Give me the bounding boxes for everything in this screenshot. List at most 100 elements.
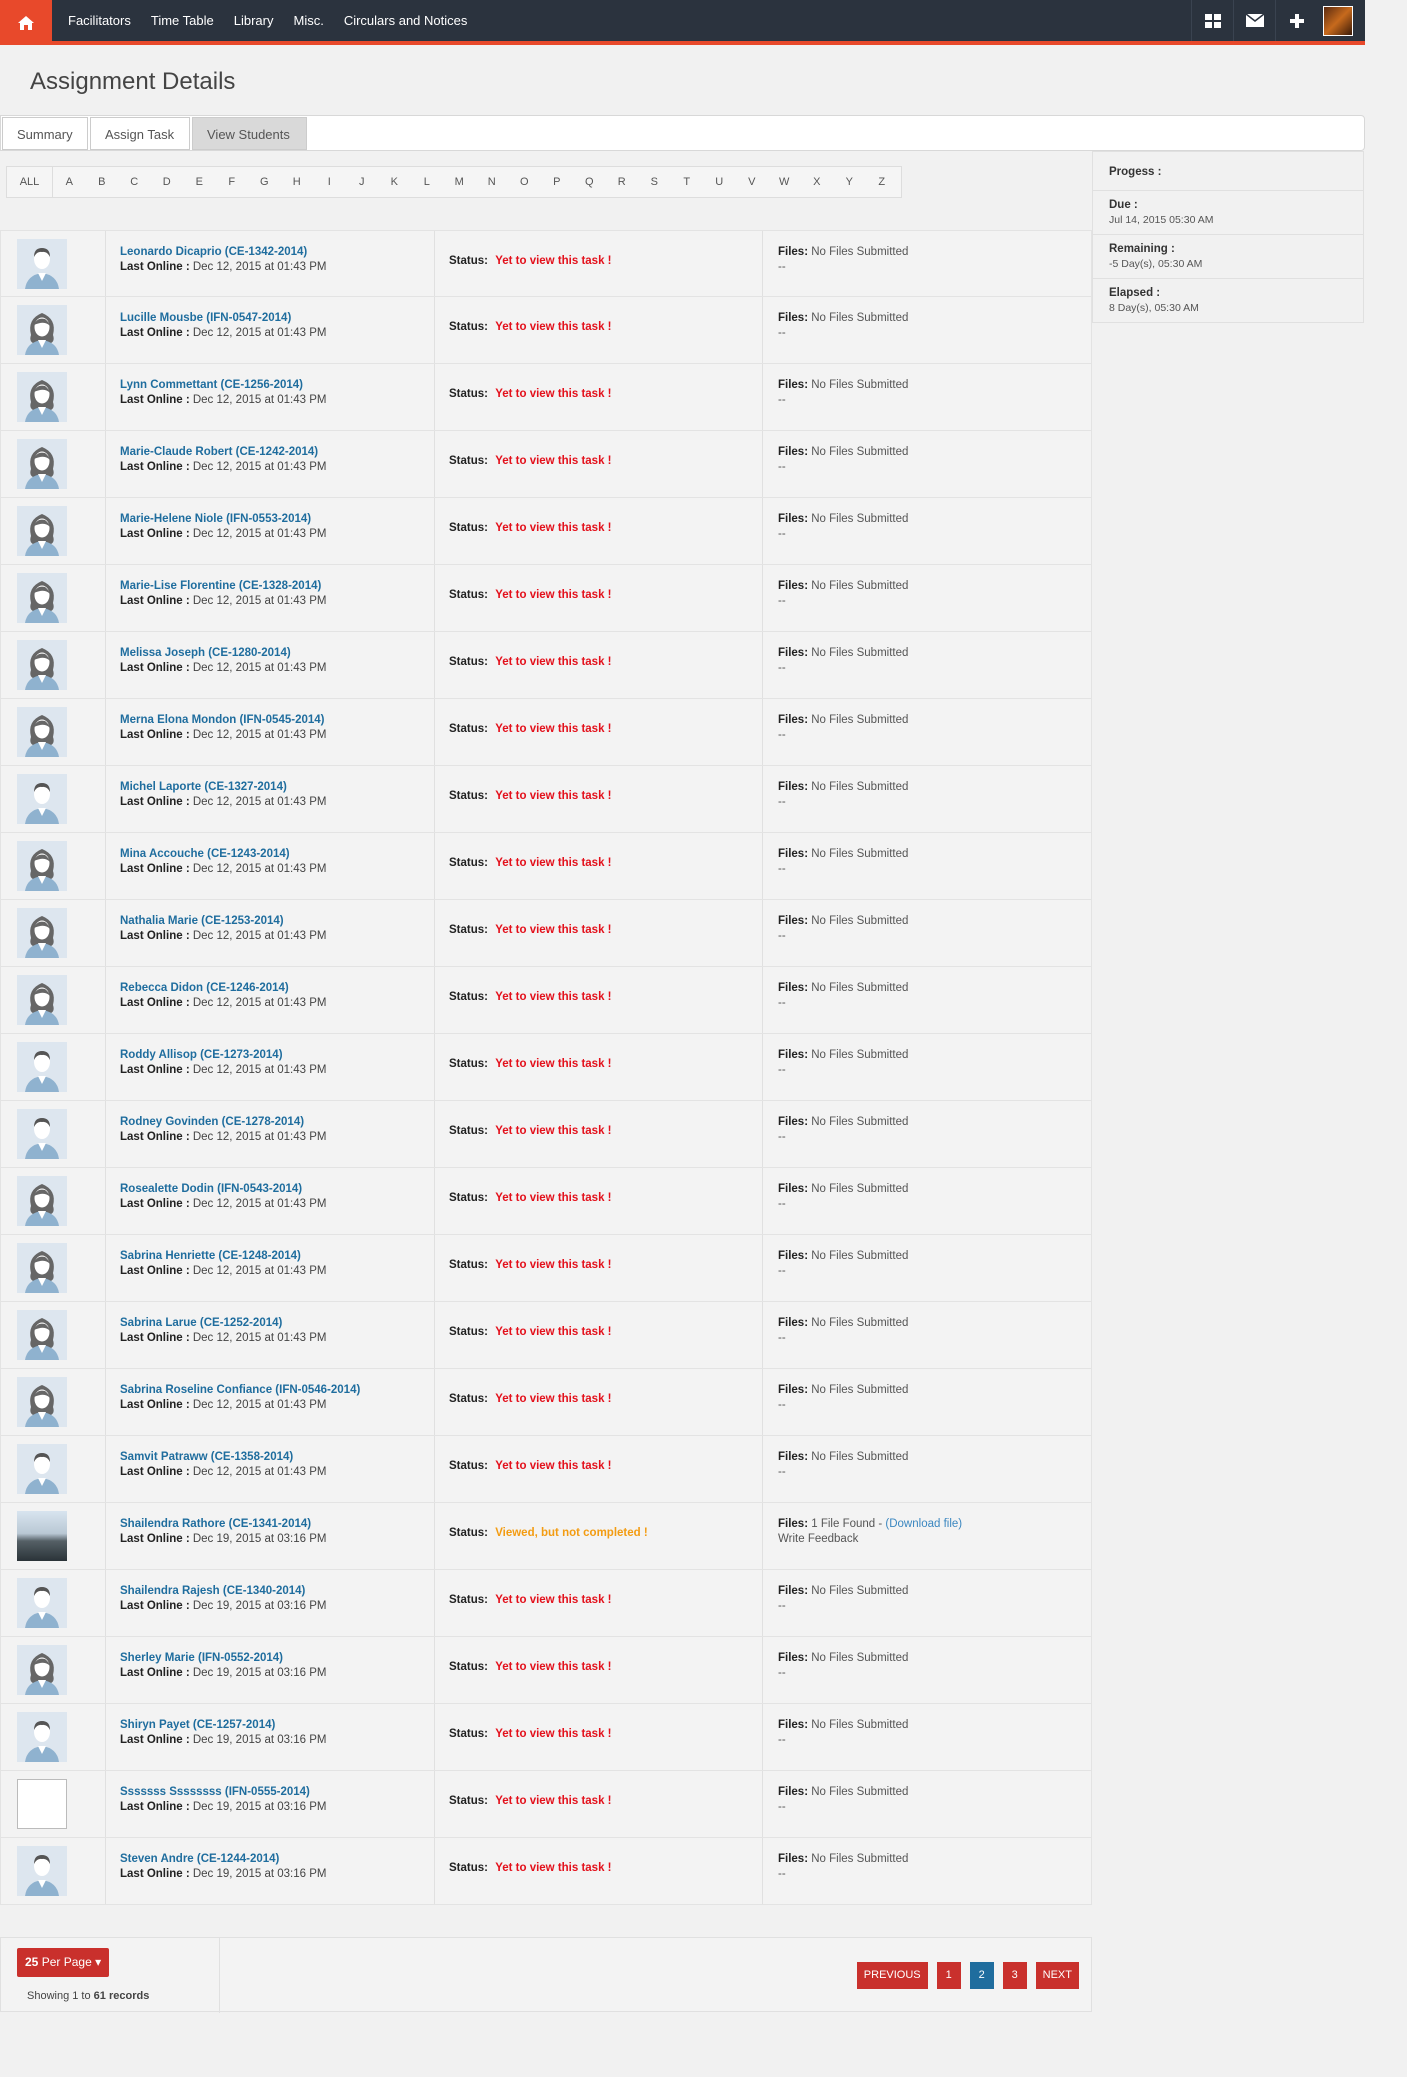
alpha-filter-r[interactable]: R xyxy=(606,167,639,197)
male-avatar-icon xyxy=(17,774,67,824)
alpha-filter-g[interactable]: G xyxy=(248,167,281,197)
student-name-link[interactable]: Roddy Allisop (CE-1273-2014) xyxy=(120,1049,434,1061)
student-row: Rosealette Dodin (IFN-0543-2014) Last Onl… xyxy=(0,1168,1092,1235)
student-name-link[interactable]: Mina Accouche (CE-1243-2014) xyxy=(120,848,434,860)
student-name-link[interactable]: Shiryn Payet (CE-1257-2014) xyxy=(120,1719,434,1731)
files-cell: Files: No Files Submitted -- xyxy=(763,565,1091,631)
nav-circulars-notices[interactable]: Circulars and Notices xyxy=(334,13,478,28)
nav-facilitators[interactable]: Facilitators xyxy=(58,13,141,28)
write-feedback-link[interactable]: Write Feedback xyxy=(778,1533,1091,1545)
alpha-filter-d[interactable]: D xyxy=(151,167,184,197)
alpha-filter-e[interactable]: E xyxy=(183,167,216,197)
alpha-filter-h[interactable]: H xyxy=(281,167,314,197)
due-value: Jul 14, 2015 05:30 AM xyxy=(1109,214,1214,226)
student-name-link[interactable]: Sabrina Roseline Confiance (IFN-0546-201… xyxy=(120,1384,434,1396)
alpha-filter-i[interactable]: I xyxy=(313,167,346,197)
page-2-button[interactable]: 2 xyxy=(969,1962,994,1989)
next-page-button[interactable]: NEXT xyxy=(1035,1962,1079,1989)
student-avatar xyxy=(17,372,67,422)
files-line: Files: No Files Submitted xyxy=(778,1786,1091,1798)
messages-button[interactable] xyxy=(1233,0,1275,41)
alpha-filter-y[interactable]: Y xyxy=(833,167,866,197)
alpha-filter-b[interactable]: B xyxy=(86,167,119,197)
alpha-filter-s[interactable]: S xyxy=(638,167,671,197)
student-name-link[interactable]: Rodney Govinden (CE-1278-2014) xyxy=(120,1116,434,1128)
alpha-filter-n[interactable]: N xyxy=(476,167,509,197)
last-online: Last Online : Dec 19, 2015 at 03:16 PM xyxy=(120,1600,434,1612)
alpha-filter-a[interactable]: A xyxy=(53,167,86,197)
student-name-link[interactable]: Sherley Marie (IFN-0552-2014) xyxy=(120,1652,434,1664)
tab-summary[interactable]: Summary xyxy=(2,117,88,150)
student-name-link[interactable]: Melissa Joseph (CE-1280-2014) xyxy=(120,647,434,659)
files-cell: Files: No Files Submitted -- xyxy=(763,431,1091,497)
nav-misc[interactable]: Misc. xyxy=(283,13,333,28)
alpha-filter-x[interactable]: X xyxy=(801,167,834,197)
avatar-cell xyxy=(1,699,106,765)
page-3-button[interactable]: 3 xyxy=(1002,1962,1027,1989)
alpha-filter-j[interactable]: J xyxy=(346,167,379,197)
nav-time-table[interactable]: Time Table xyxy=(141,13,224,28)
avatar-cell xyxy=(1,1235,106,1301)
tab-assign-task[interactable]: Assign Task xyxy=(90,117,190,150)
files-line: Files: No Files Submitted xyxy=(778,312,1091,324)
alpha-filter-p[interactable]: P xyxy=(541,167,574,197)
alpha-filter-c[interactable]: C xyxy=(118,167,151,197)
status-cell: Status: Yet to view this task ! xyxy=(435,1302,763,1368)
download-file-link[interactable]: (Download file) xyxy=(885,1518,962,1530)
nav-library[interactable]: Library xyxy=(224,13,284,28)
student-name-link[interactable]: Steven Andre (CE-1244-2014) xyxy=(120,1853,434,1865)
status-value: Yet to view this task ! xyxy=(495,1326,612,1338)
user-avatar[interactable] xyxy=(1323,5,1353,36)
student-avatar xyxy=(17,975,67,1025)
files-line: Files: No Files Submitted xyxy=(778,982,1091,994)
last-online-label: Last Online : xyxy=(120,327,190,339)
feedback-placeholder: -- xyxy=(778,595,786,607)
alpha-filter-k[interactable]: K xyxy=(378,167,411,197)
student-name-link[interactable]: Marie-Claude Robert (CE-1242-2014) xyxy=(120,446,434,458)
files-value: No Files Submitted xyxy=(811,848,909,860)
student-name-link[interactable]: Marie-Lise Florentine (CE-1328-2014) xyxy=(120,580,434,592)
student-info-cell: Marie-Lise Florentine (CE-1328-2014) Last… xyxy=(106,565,435,631)
student-name-link[interactable]: Merna Elona Mondon (IFN-0545-2014) xyxy=(120,714,434,726)
student-name-link[interactable]: Sabrina Larue (CE-1252-2014) xyxy=(120,1317,434,1329)
alpha-filter-z[interactable]: Z xyxy=(866,167,899,197)
previous-page-button[interactable]: PREVIOUS xyxy=(856,1962,928,1989)
student-name-link[interactable]: Samvit Patraww (CE-1358-2014) xyxy=(120,1451,434,1463)
alpha-filter-w[interactable]: W xyxy=(768,167,801,197)
alpha-filter-t[interactable]: T xyxy=(671,167,704,197)
alpha-filter-f[interactable]: F xyxy=(216,167,249,197)
alpha-filter-m[interactable]: M xyxy=(443,167,476,197)
dashboard-button[interactable] xyxy=(1191,0,1233,41)
alpha-filter-q[interactable]: Q xyxy=(573,167,606,197)
student-name-link[interactable]: Shailendra Rathore (CE-1341-2014) xyxy=(120,1518,434,1530)
feedback-placeholder: -- xyxy=(778,1332,786,1344)
alpha-filter-u[interactable]: U xyxy=(703,167,736,197)
home-button[interactable] xyxy=(0,0,52,45)
student-name-link[interactable]: Michel Laporte (CE-1327-2014) xyxy=(120,781,434,793)
page-1-button[interactable]: 1 xyxy=(936,1962,961,1989)
student-name-link[interactable]: Lucille Mousbe (IFN-0547-2014) xyxy=(120,312,434,324)
student-name-link[interactable]: Lynn Commettant (CE-1256-2014) xyxy=(120,379,434,391)
student-name-link[interactable]: Rosealette Dodin (IFN-0543-2014) xyxy=(120,1183,434,1195)
status-label: Status: xyxy=(449,321,488,333)
student-name-link[interactable]: Nathalia Marie (CE-1253-2014) xyxy=(120,915,434,927)
student-name-link[interactable]: Marie-Helene Niole (IFN-0553-2014) xyxy=(120,513,434,525)
student-name-link[interactable]: Leonardo Dicaprio (CE-1342-2014) xyxy=(120,246,434,258)
student-info-cell: Melissa Joseph (CE-1280-2014) Last Online… xyxy=(106,632,435,698)
alpha-filter-all[interactable]: ALL xyxy=(7,167,53,197)
student-name-link[interactable]: Rebecca Didon (CE-1246-2014) xyxy=(120,982,434,994)
add-button[interactable] xyxy=(1275,0,1317,41)
student-name-link[interactable]: Shailendra Rajesh (CE-1340-2014) xyxy=(120,1585,434,1597)
student-row: Marie-Helene Niole (IFN-0553-2014) Last O… xyxy=(0,498,1092,565)
student-name-link[interactable]: Sabrina Henriette (CE-1248-2014) xyxy=(120,1250,434,1262)
feedback-placeholder: -- xyxy=(778,327,786,339)
alpha-filter-v[interactable]: V xyxy=(736,167,769,197)
tab-view-students[interactable]: View Students xyxy=(192,117,307,150)
status-value: Yet to view this task ! xyxy=(495,1795,612,1807)
alpha-filter-o[interactable]: O xyxy=(508,167,541,197)
per-page-dropdown[interactable]: 25 Per Page ▾ xyxy=(17,1948,110,1977)
feedback-placeholder: -- xyxy=(778,1399,786,1411)
last-online-label: Last Online : xyxy=(120,997,190,1009)
student-name-link[interactable]: Sssssss Ssssssss (IFN-0555-2014) xyxy=(120,1786,434,1798)
alpha-filter-l[interactable]: L xyxy=(411,167,444,197)
